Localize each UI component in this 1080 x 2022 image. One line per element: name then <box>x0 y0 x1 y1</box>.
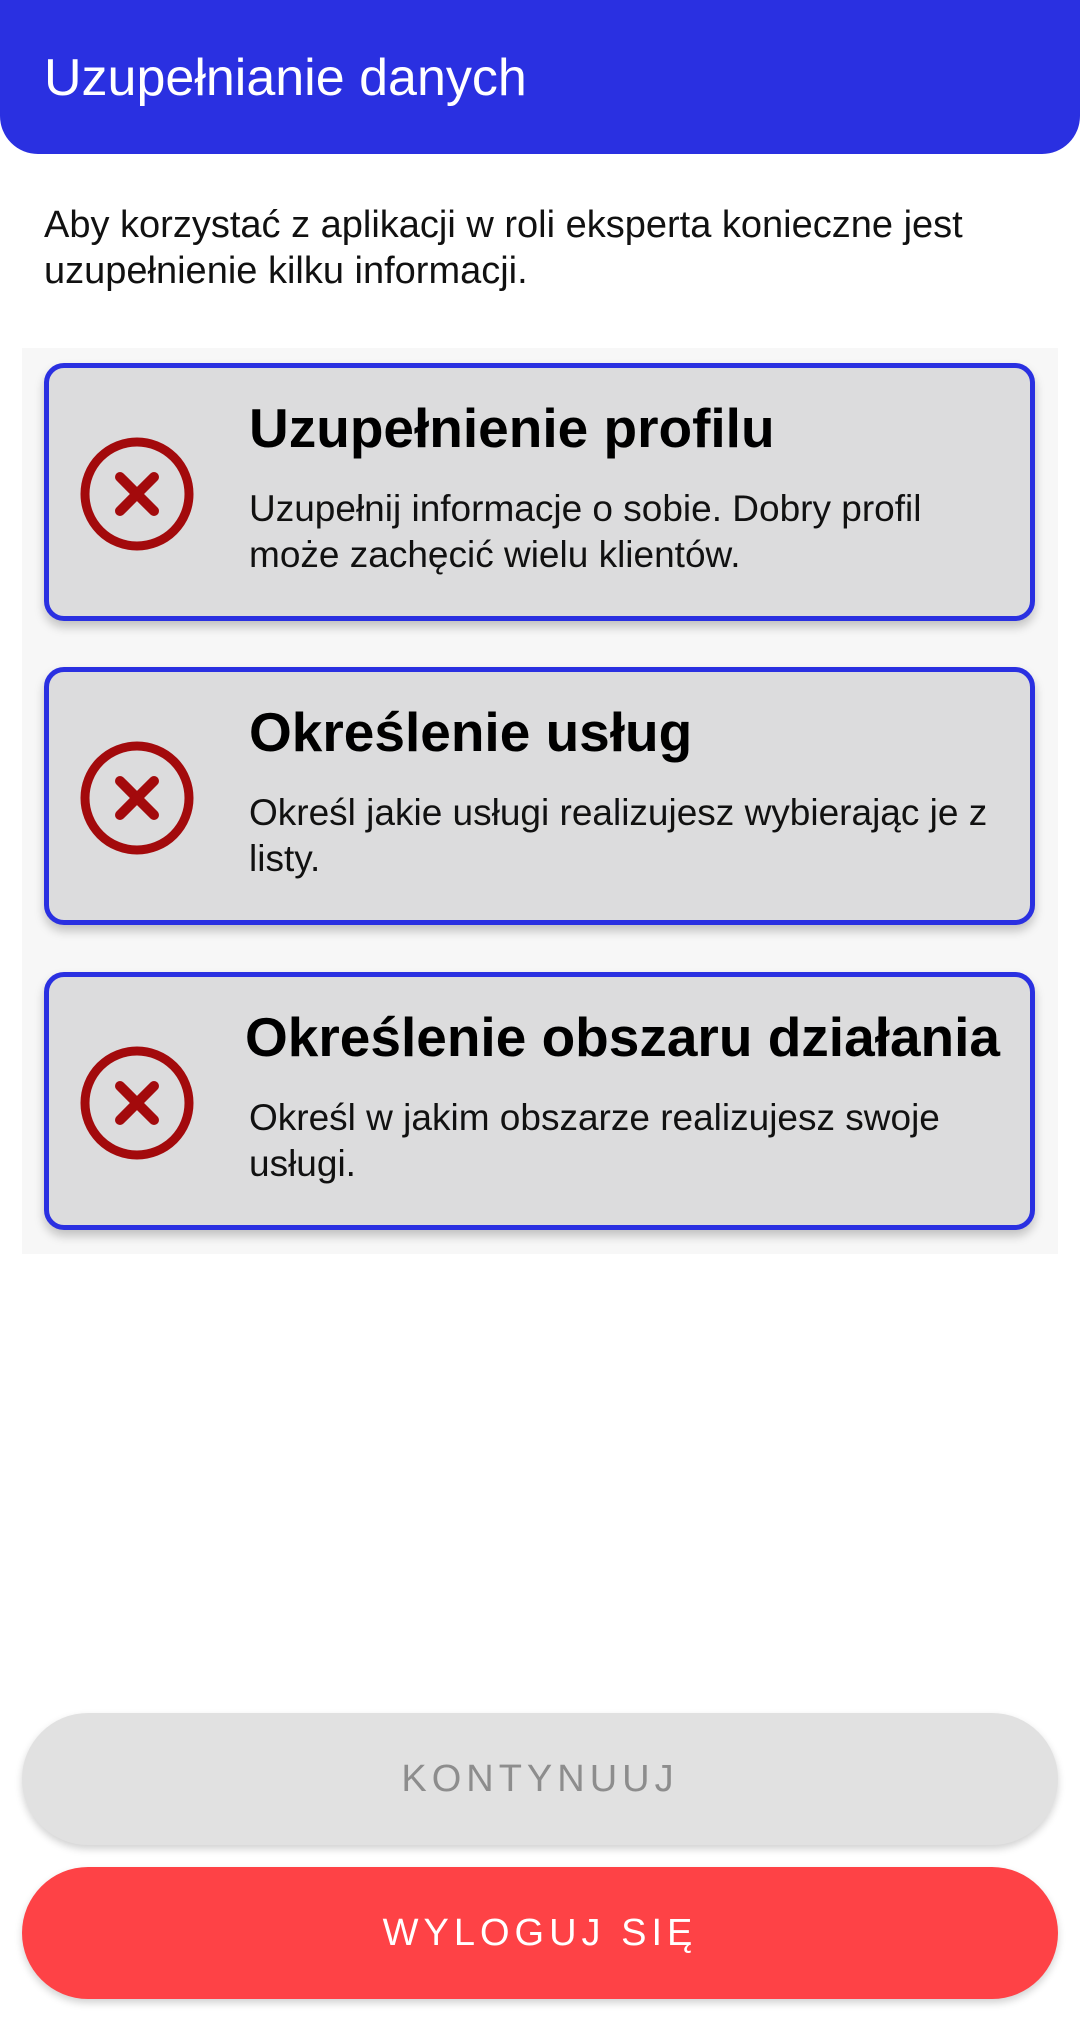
task-card-profile[interactable]: Uzupełnienie profilu Uzupełnij informacj… <box>44 363 1035 621</box>
task-title: Określenie usług <box>249 701 693 763</box>
error-circle-x-icon <box>80 1046 194 1160</box>
page-title: Uzupełnianie danych <box>44 49 527 107</box>
task-title: Uzupełnienie profilu <box>249 397 775 459</box>
continue-button[interactable]: KONTYNUUJ <box>22 1713 1058 1845</box>
error-circle-x-icon <box>80 741 194 855</box>
task-description: Określ w jakim obszarze realizujesz swoj… <box>249 1097 940 1184</box>
task-card-area[interactable]: Określenie obszaru działania Określ w ja… <box>44 972 1035 1230</box>
error-circle-x-icon <box>80 437 194 551</box>
logout-button[interactable]: WYLOGUJ SIĘ <box>22 1867 1058 1999</box>
app-bar: Uzupełnianie danych <box>0 0 1080 154</box>
intro-text: Aby korzystać z aplikacji w roli ekspert… <box>44 204 963 292</box>
task-description: Uzupełnij informacje o sobie. Dobry prof… <box>249 488 922 575</box>
task-card-services[interactable]: Określenie usług Określ jakie usługi rea… <box>44 667 1035 925</box>
task-description: Określ jakie usługi realizujesz wybieraj… <box>249 792 988 879</box>
task-title: Określenie obszaru działania <box>245 1006 1001 1068</box>
